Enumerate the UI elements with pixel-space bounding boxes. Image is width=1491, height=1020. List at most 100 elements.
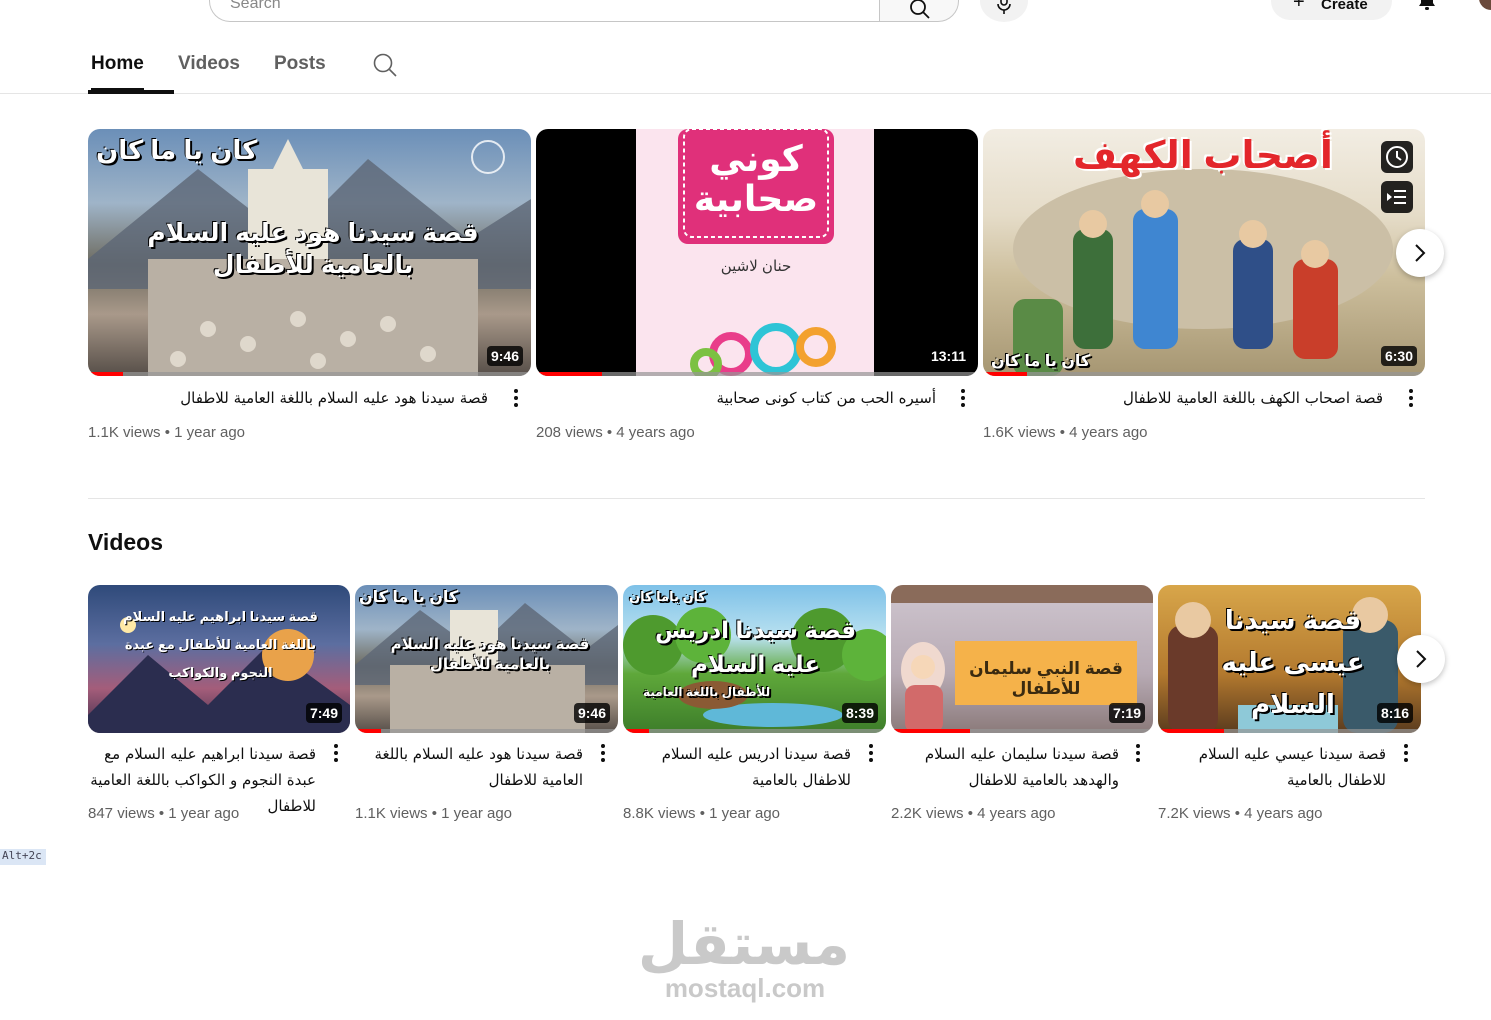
section-heading-cutoff: [88, 90, 174, 94]
thumbnail-sub-text: للأطفال باللغة العامية: [643, 685, 771, 699]
watermark-latin: mostaql.com: [664, 973, 826, 1003]
book-cover: كوني صحابية حنان لاشين: [636, 129, 874, 376]
watch-progress-bar: [623, 729, 650, 733]
plus-icon: +: [1293, 0, 1305, 13]
more-options-icon[interactable]: [1403, 386, 1419, 410]
duration-badge: 7:49: [305, 703, 342, 723]
video-thumbnail[interactable]: قصة سيدنا عيسى عليه السلام 8:16: [1158, 585, 1421, 733]
queue-icon: [1387, 190, 1406, 204]
video-meta: 2.2K views • 4 years ago: [891, 805, 1056, 822]
thumbnail-top-text: أصحاب الكهف: [1073, 135, 1333, 177]
video-thumbnail[interactable]: أصحاب الكهف كان يا ما كان 6:30: [983, 129, 1425, 376]
thumbnail-caption: قصة النبي سليمان للأطفال: [969, 659, 1123, 698]
voice-search-button[interactable]: [980, 0, 1028, 22]
watch-progress-track: [355, 729, 618, 733]
book-author-text: حنان لاشين: [720, 258, 792, 275]
more-options-icon[interactable]: [595, 741, 611, 765]
video-meta: 8.8K views • 1 year ago: [623, 805, 781, 822]
thumbnail-caption: قصة سيدنا هود عليه السلام بالعامية للأطف…: [390, 636, 590, 673]
duration-badge: 7:19: [1108, 703, 1145, 723]
channel-search-icon[interactable]: [372, 52, 398, 78]
duration-badge: 9:46: [573, 703, 610, 723]
search-icon: [910, 0, 930, 19]
duration-badge: 8:16: [1376, 703, 1413, 723]
notifications-bell-icon[interactable]: [1415, 0, 1439, 12]
watch-later-button[interactable]: [1381, 141, 1413, 173]
more-options-icon[interactable]: [863, 741, 879, 765]
video-title[interactable]: أسيره الحب من كتاب كونى صحابية: [536, 385, 937, 411]
watch-progress-bar: [355, 729, 382, 733]
create-button[interactable]: + Create: [1271, 0, 1392, 20]
tab-posts[interactable]: Posts: [274, 53, 326, 75]
duration-badge: 6:30: [1380, 346, 1417, 366]
thumbnail-caption: قصة سيدنا ابراهيم عليه السلام باللغة الع…: [123, 609, 318, 680]
more-options-icon[interactable]: [1130, 741, 1146, 765]
video-thumbnail[interactable]: كان يا ما كان قصة سيدنا هود عليه السلام …: [88, 129, 531, 376]
view-count: 1.6K views: [983, 424, 1056, 441]
watch-progress-bar: [983, 372, 1028, 376]
account-avatar[interactable]: [1479, 0, 1491, 10]
video-thumbnail[interactable]: قصة النبي سليمان للأطفال 7:19: [891, 585, 1153, 733]
upload-age: 1 year ago: [441, 805, 513, 822]
video-title[interactable]: قصة سيدنا هود عليه السلام باللغة العامية…: [355, 741, 583, 793]
video-thumbnail[interactable]: قصة سيدنا ابراهيم عليه السلام باللغة الع…: [88, 585, 350, 733]
more-options-icon[interactable]: [328, 741, 344, 765]
video-thumbnail[interactable]: كوني صحابية حنان لاشين 13:11: [536, 129, 978, 376]
tab-home[interactable]: Home: [91, 53, 144, 90]
more-options-icon[interactable]: [955, 386, 971, 410]
videos-shelf-next-button[interactable]: [1397, 635, 1445, 683]
duration-badge: 9:46: [486, 346, 523, 366]
more-options-icon[interactable]: [508, 386, 524, 410]
video-title[interactable]: قصة سيدنا ادريس عليه السلام للاطفال بالع…: [623, 741, 851, 793]
video-title[interactable]: قصة سيدنا عيسي عليه السلام للاطفال بالعا…: [1158, 741, 1386, 793]
upload-age: 4 years ago: [616, 424, 695, 441]
search-input[interactable]: Search: [209, 0, 880, 22]
watermark-arabic: مستقل: [637, 910, 850, 978]
clock-icon: [1386, 146, 1408, 168]
video-title[interactable]: قصة سيدنا هود عليه السلام باللغة العامية…: [88, 385, 488, 411]
watch-progress-bar: [1158, 729, 1224, 733]
watch-progress-bar: [536, 372, 603, 376]
section-divider: [88, 498, 1425, 499]
mostaql-watermark: مستقل mostaql.com: [637, 910, 850, 1003]
book-title-text: كوني صحابية: [693, 138, 819, 219]
video-meta: 847 views • 1 year ago: [88, 805, 240, 822]
chevron-right-icon: [1415, 244, 1426, 262]
view-count: 847 views: [88, 805, 155, 822]
duration-badge: 8:39: [841, 703, 878, 723]
masthead: Search + Create: [0, 0, 1491, 30]
watch-progress-track: [623, 729, 886, 733]
upload-age: 4 years ago: [1069, 424, 1148, 441]
thumbnail-label-box: قصة النبي سليمان للأطفال: [955, 641, 1137, 705]
video-title[interactable]: قصة سيدنا سليمان عليه السلام والهدهد بال…: [891, 741, 1119, 793]
more-options-icon[interactable]: [1398, 741, 1414, 765]
watch-progress-track: [536, 372, 978, 376]
upload-age: 4 years ago: [1244, 805, 1323, 822]
upload-age: 1 year ago: [174, 424, 246, 441]
watch-progress-bar: [891, 729, 970, 733]
thumbnail-caption: قصة سيدنا ادريس عليه السلام: [654, 617, 857, 677]
shelf-next-button[interactable]: [1396, 229, 1444, 277]
view-count: 1.1K views: [88, 424, 161, 441]
upload-age: 1 year ago: [168, 805, 240, 822]
video-thumbnail[interactable]: كان ياما كان قصة سيدنا ادريس عليه السلام…: [623, 585, 886, 733]
video-meta: 1.6K views • 4 years ago: [983, 424, 1148, 441]
chevron-right-icon: [1416, 650, 1427, 668]
video-thumbnail[interactable]: كان يا ما كان قصة سيدنا هود عليه السلام …: [355, 585, 618, 733]
section-title-videos[interactable]: Videos: [88, 529, 163, 556]
tab-videos[interactable]: Videos: [178, 53, 240, 75]
video-meta: 208 views • 4 years ago: [536, 424, 695, 441]
thumbnail-top-text: كان يا ما كان: [359, 589, 459, 606]
video-meta: 1.1K views • 1 year ago: [88, 424, 246, 441]
view-count: 1.1K views: [355, 805, 428, 822]
search-button[interactable]: [879, 0, 959, 22]
view-count: 208 views: [536, 424, 603, 441]
microphone-icon: [997, 0, 1011, 14]
search-placeholder: Search: [230, 0, 281, 12]
keyboard-shortcut-tag: Alt+2c: [0, 849, 46, 865]
watch-progress-track: [983, 372, 1425, 376]
video-title[interactable]: قصة اصحاب الكهف باللغة العامية للاطفال: [983, 385, 1383, 411]
add-to-queue-button[interactable]: [1381, 181, 1413, 213]
video-meta: 7.2K views • 4 years ago: [1158, 805, 1323, 822]
watch-progress-bar: [88, 372, 124, 376]
